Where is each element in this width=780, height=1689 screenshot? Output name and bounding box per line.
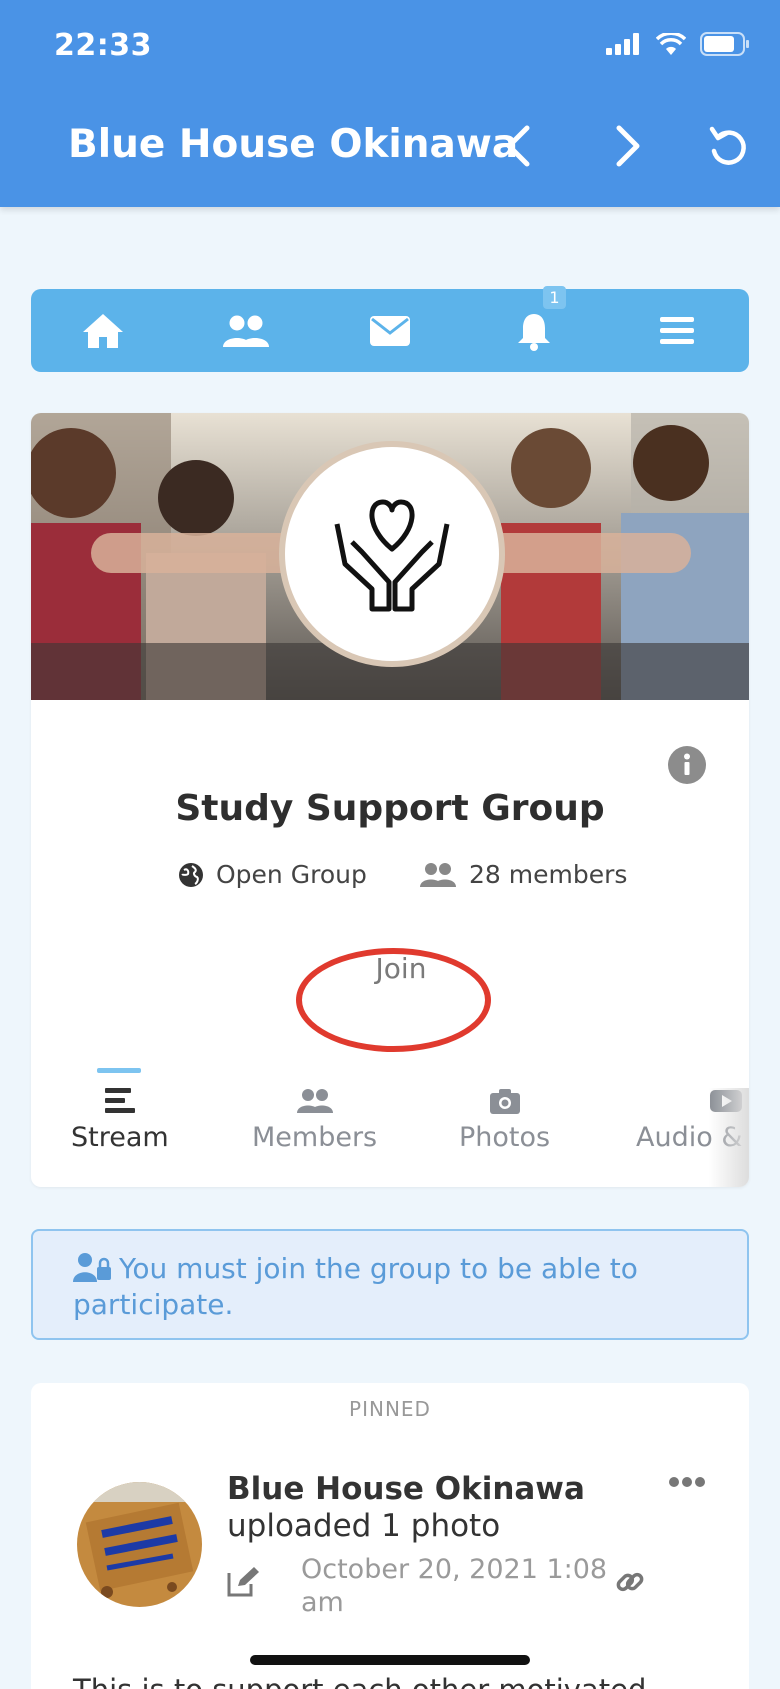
tab-stream[interactable]: Stream	[71, 1088, 169, 1153]
main-nav: 1	[31, 285, 749, 372]
group-name: Study Support Group	[175, 788, 605, 829]
group-avatar	[279, 441, 505, 667]
pinned-label: PINNED	[349, 1397, 431, 1421]
members-icon	[223, 315, 270, 347]
post-action-text: uploaded 1 photo	[227, 1508, 501, 1544]
group-card: Study Support Group Open Group 28 member…	[31, 413, 749, 1187]
info-button[interactable]	[668, 746, 706, 788]
tabs-scroll-fade	[709, 1088, 749, 1187]
group-type-label: Open Group	[216, 860, 367, 889]
back-button[interactable]	[490, 118, 546, 174]
post-more-button[interactable]	[669, 1473, 705, 1492]
notification-badge: 1	[543, 285, 566, 309]
tab-stream-label: Stream	[71, 1122, 169, 1153]
status-time: 22:33	[54, 28, 152, 63]
site-title: Blue House Okinawa	[68, 122, 519, 167]
mail-icon	[369, 315, 410, 346]
pinned-post: PINNED Blue House Okinawa uploaded 1 pho…	[31, 1383, 749, 1689]
tab-members-label: Members	[252, 1122, 378, 1153]
join-button[interactable]: Join	[311, 933, 491, 1003]
notice-text: You must join the group to be able to pa…	[73, 1252, 638, 1321]
members-count-label: 28 members	[469, 860, 628, 889]
info-icon	[668, 746, 706, 784]
edit-icon	[227, 1567, 259, 1597]
reload-icon	[709, 126, 746, 165]
forward-button[interactable]	[600, 118, 656, 174]
reload-button[interactable]	[700, 118, 756, 174]
members-icon	[296, 1089, 333, 1113]
cover-photo	[31, 413, 749, 700]
active-tab-indicator	[97, 1068, 141, 1073]
tab-photos-label: Photos	[459, 1122, 551, 1153]
tab-photos[interactable]: Photos	[459, 1088, 550, 1153]
nav-members[interactable]	[206, 296, 286, 366]
camera-icon	[489, 1089, 520, 1114]
top-bar: 22:33 Blue House Okinawa	[0, 0, 780, 207]
group-tabs: Stream Members Photos Audio & Video	[31, 1068, 749, 1187]
bell-icon	[517, 313, 550, 351]
post-author-avatar[interactable]	[77, 1482, 202, 1607]
nav-menu[interactable]	[637, 296, 717, 366]
status-icons	[606, 32, 750, 56]
signal-icon	[606, 33, 639, 55]
post-date[interactable]: October 20, 2021 1:08 am	[301, 1553, 631, 1619]
nav-messages[interactable]	[350, 296, 430, 366]
globe-icon	[179, 862, 203, 887]
post-permalink-button[interactable]	[614, 1566, 646, 1602]
group-type: Open Group	[178, 860, 367, 889]
home-icon	[82, 313, 123, 348]
user-lock-icon	[73, 1253, 111, 1282]
post-author-name[interactable]: Blue House Okinawa	[227, 1471, 585, 1507]
post-body: This is to support each other motivated	[73, 1673, 646, 1689]
tab-members[interactable]: Members	[252, 1088, 377, 1153]
stream-icon	[104, 1088, 135, 1113]
nav-notifications[interactable]: 1	[494, 285, 574, 366]
wifi-icon	[656, 33, 686, 55]
more-dots-icon	[669, 1477, 705, 1487]
chevron-left-icon	[506, 125, 530, 167]
group-members-count: 28 members	[419, 860, 627, 889]
link-icon	[616, 1572, 644, 1592]
members-icon	[420, 862, 456, 887]
battery-icon	[700, 32, 749, 56]
chevron-right-icon	[616, 125, 640, 167]
nav-home[interactable]	[63, 296, 143, 366]
menu-icon	[660, 316, 695, 344]
join-notice: You must join the group to be able to pa…	[31, 1229, 749, 1340]
heart-hands-icon	[334, 499, 450, 612]
home-indicator[interactable]	[250, 1655, 530, 1665]
post-edit-button[interactable]	[226, 1566, 260, 1602]
